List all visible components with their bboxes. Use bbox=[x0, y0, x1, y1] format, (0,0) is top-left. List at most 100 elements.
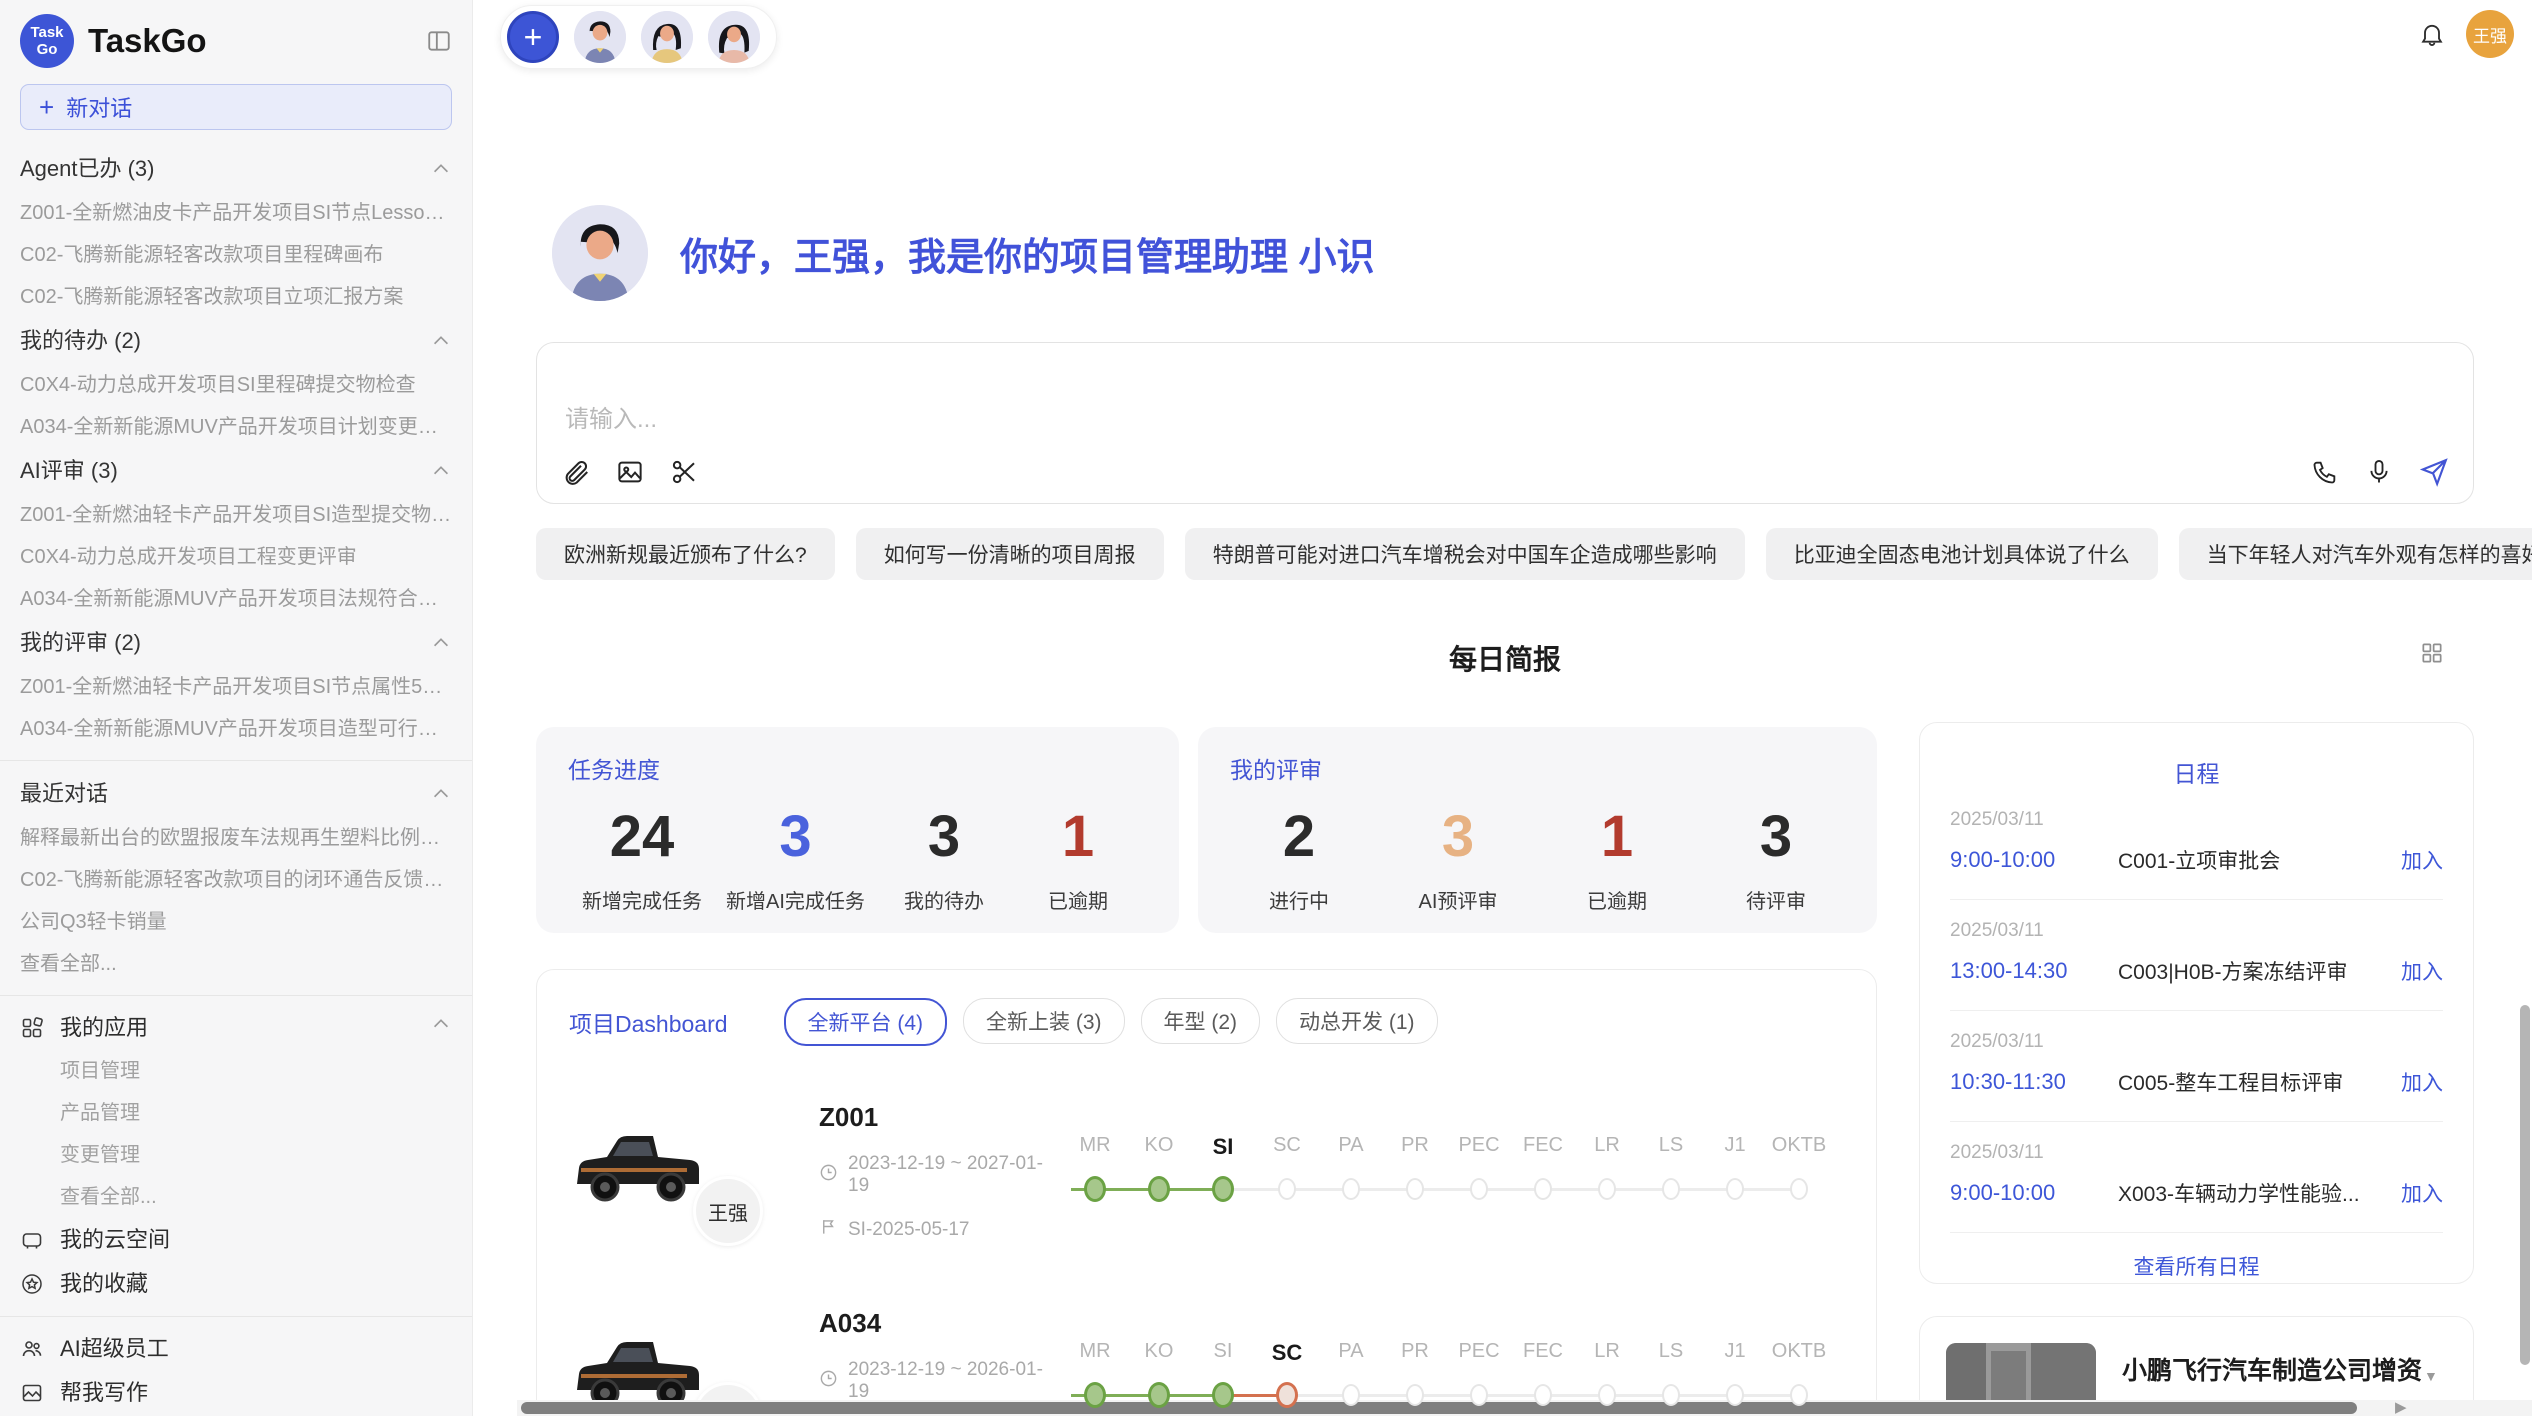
milestone-dot[interactable] bbox=[1726, 1178, 1744, 1200]
milestone-dot[interactable] bbox=[1148, 1382, 1170, 1408]
sidebar-conversation-item[interactable]: Z001-全新燃油轻卡产品开发项目SI节点属性5D文件评审 bbox=[20, 666, 452, 708]
join-event-link[interactable]: 加入 bbox=[2401, 1067, 2443, 1097]
project-info: Z0012023-12-19 ~ 2027-01-19SI-2025-05-17 bbox=[819, 1102, 1059, 1242]
recent-chats-header[interactable]: 最近对话 bbox=[20, 771, 452, 817]
filter-pill[interactable]: 年型 (2) bbox=[1141, 998, 1261, 1044]
join-event-link[interactable]: 加入 bbox=[2401, 956, 2443, 986]
new-chat-button[interactable]: + 新对话 bbox=[20, 84, 452, 130]
sidebar-item-my-apps[interactable]: 我的应用 bbox=[20, 1006, 452, 1050]
filter-pill[interactable]: 全新平台 (4) bbox=[784, 998, 948, 1046]
stat-value: 1 bbox=[1023, 805, 1133, 869]
milestone-label: PA bbox=[1319, 1134, 1383, 1170]
milestone-dot[interactable] bbox=[1084, 1382, 1106, 1408]
project-code[interactable]: Z001 bbox=[819, 1102, 1059, 1133]
milestone-dot[interactable] bbox=[1662, 1384, 1680, 1406]
collapse-sidebar-icon[interactable] bbox=[426, 28, 452, 54]
sidebar-conversation-item[interactable]: C02-飞腾新能源轻客改款项目里程碑画布 bbox=[20, 234, 452, 276]
agent-avatar-3[interactable] bbox=[708, 11, 760, 63]
sidebar-conversation-item[interactable]: Z001-全新燃油皮卡产品开发项目SI节点Lesson Learn报告 bbox=[20, 192, 452, 234]
sidebar-conversation-item[interactable]: C0X4-动力总成开发项目SI里程碑提交物检查 bbox=[20, 364, 452, 406]
recent-chat-item[interactable]: 解释最新出台的欧盟报废车法规再生塑料比例被调至15%... bbox=[20, 817, 452, 859]
sidebar-item-help-write[interactable]: 帮我写作 bbox=[20, 1371, 452, 1415]
scroll-right-arrow[interactable]: ▶ bbox=[2395, 1398, 2407, 1416]
milestone-dot[interactable] bbox=[1276, 1382, 1298, 1408]
suggestion-chip[interactable]: 比亚迪全固态电池计划具体说了什么 bbox=[1766, 528, 2158, 580]
horizontal-scrollbar-thumb[interactable] bbox=[521, 1402, 2357, 1414]
milestone-dot[interactable] bbox=[1470, 1384, 1488, 1406]
suggestion-chip[interactable]: 当下年轻人对汽车外观有怎样的喜好趋势 bbox=[2179, 528, 2532, 580]
project-date-range: 2023-12-19 ~ 2026-01-19 bbox=[848, 1359, 1059, 1403]
view-all-chats-link[interactable]: 查看全部... bbox=[20, 943, 452, 985]
section-header[interactable]: Agent已办 (3) bbox=[20, 146, 452, 192]
attachment-icon[interactable] bbox=[561, 457, 591, 487]
layout-grid-icon[interactable] bbox=[2419, 640, 2445, 671]
filter-pill[interactable]: 全新上装 (3) bbox=[963, 998, 1125, 1044]
agent-avatar-1[interactable] bbox=[574, 11, 626, 63]
notifications-bell-icon[interactable] bbox=[2418, 20, 2446, 53]
join-event-link[interactable]: 加入 bbox=[2401, 845, 2443, 875]
image-upload-icon[interactable] bbox=[615, 457, 645, 487]
milestone-stage: FEC bbox=[1511, 1134, 1575, 1210]
sidebar-conversation-item[interactable]: C0X4-动力总成开发项目工程变更评审 bbox=[20, 536, 452, 578]
phone-icon[interactable] bbox=[2311, 458, 2339, 486]
milestone-dot[interactable] bbox=[1212, 1176, 1234, 1202]
section-header[interactable]: AI评审 (3) bbox=[20, 448, 452, 494]
milestone-dot[interactable] bbox=[1148, 1176, 1170, 1202]
sidebar-conversation-item[interactable]: A034-全新新能源MUV产品开发项目计划变更表编写 bbox=[20, 406, 452, 448]
project-dates-row: 2023-12-19 ~ 2027-01-19 bbox=[819, 1153, 1059, 1197]
milestone-dot[interactable] bbox=[1342, 1384, 1360, 1406]
section-header[interactable]: 我的待办 (2) bbox=[20, 318, 452, 364]
milestone-dot[interactable] bbox=[1790, 1178, 1808, 1200]
event-row: 9:00-10:00X003-车辆动力学性能验...加入 bbox=[1950, 1178, 2443, 1208]
recent-chat-item[interactable]: C02-飞腾新能源轻客改款项目的闭环通告反馈情况 bbox=[20, 859, 452, 901]
milestone-dot[interactable] bbox=[1726, 1384, 1744, 1406]
app-sub-item[interactable]: 查看全部... bbox=[20, 1176, 452, 1218]
milestone-dot[interactable] bbox=[1790, 1384, 1808, 1406]
milestone-dot[interactable] bbox=[1470, 1178, 1488, 1200]
app-sub-item[interactable]: 变更管理 bbox=[20, 1134, 452, 1176]
schedule-event: 2025/03/1113:00-14:30C003|H0B-方案冻结评审加入 bbox=[1950, 900, 2443, 1011]
user-avatar[interactable]: 王强 bbox=[2466, 10, 2514, 58]
sidebar-item-cloud-space[interactable]: 我的云空间 bbox=[20, 1218, 452, 1262]
milestone-label: KO bbox=[1127, 1134, 1191, 1170]
milestone-dot[interactable] bbox=[1598, 1178, 1616, 1200]
scroll-down-arrow[interactable]: ▼ bbox=[2424, 1368, 2438, 1384]
stat-card: 我的评审2进行中3AI预评审1已逾期3待评审 bbox=[1198, 727, 1877, 933]
milestone-dot[interactable] bbox=[1406, 1384, 1424, 1406]
sidebar-conversation-item[interactable]: A034-全新新能源MUV产品开发项目造型可行性评审 bbox=[20, 708, 452, 750]
suggestion-chip[interactable]: 欧洲新规最近颁布了什么? bbox=[536, 528, 835, 580]
app-sub-item[interactable]: 项目管理 bbox=[20, 1050, 452, 1092]
milestone-dot[interactable] bbox=[1084, 1176, 1106, 1202]
microphone-icon[interactable] bbox=[2365, 458, 2393, 486]
project-code[interactable]: A034 bbox=[819, 1308, 1059, 1339]
suggestion-chip[interactable]: 特朗普可能对进口汽车增税会对中国车企造成哪些影响 bbox=[1185, 528, 1745, 580]
plus-icon: + bbox=[39, 92, 54, 123]
suggestion-chip[interactable]: 如何写一份清晰的项目周报 bbox=[856, 528, 1164, 580]
scissors-icon[interactable] bbox=[669, 457, 699, 487]
send-icon[interactable] bbox=[2419, 457, 2449, 487]
vertical-scrollbar-thumb[interactable] bbox=[2520, 1005, 2530, 1365]
app-sub-item[interactable]: 产品管理 bbox=[20, 1092, 452, 1134]
sidebar-item-ai-staff[interactable]: AI超级员工 bbox=[20, 1327, 452, 1371]
milestone-dot[interactable] bbox=[1534, 1178, 1552, 1200]
milestone-label: PA bbox=[1319, 1340, 1383, 1376]
section-header[interactable]: 我的评审 (2) bbox=[20, 620, 452, 666]
join-event-link[interactable]: 加入 bbox=[2401, 1178, 2443, 1208]
sidebar-conversation-item[interactable]: C02-飞腾新能源轻客改款项目立项汇报方案 bbox=[20, 276, 452, 318]
filter-pill[interactable]: 动总开发 (1) bbox=[1276, 998, 1438, 1044]
sidebar-item-favorites[interactable]: 我的收藏 bbox=[20, 1262, 452, 1306]
milestone-dot[interactable] bbox=[1212, 1382, 1234, 1408]
recent-chat-item[interactable]: 公司Q3轻卡销量 bbox=[20, 901, 452, 943]
milestone-dot[interactable] bbox=[1662, 1178, 1680, 1200]
milestone-dot[interactable] bbox=[1342, 1178, 1360, 1200]
add-agent-button[interactable]: + bbox=[507, 11, 559, 63]
agent-avatar-2[interactable] bbox=[641, 11, 693, 63]
milestone-dot[interactable] bbox=[1406, 1178, 1424, 1200]
sidebar-conversation-item[interactable]: Z001-全新燃油轻卡产品开发项目SI造型提交物评审 bbox=[20, 494, 452, 536]
milestone-dot[interactable] bbox=[1278, 1178, 1296, 1200]
view-all-schedule-link[interactable]: 查看所有日程 bbox=[1950, 1251, 2443, 1281]
milestone-dot[interactable] bbox=[1534, 1384, 1552, 1406]
chat-input[interactable] bbox=[563, 405, 1767, 435]
sidebar-conversation-item[interactable]: A034-全新新能源MUV产品开发项目法规符合性评审 bbox=[20, 578, 452, 620]
milestone-dot[interactable] bbox=[1598, 1384, 1616, 1406]
